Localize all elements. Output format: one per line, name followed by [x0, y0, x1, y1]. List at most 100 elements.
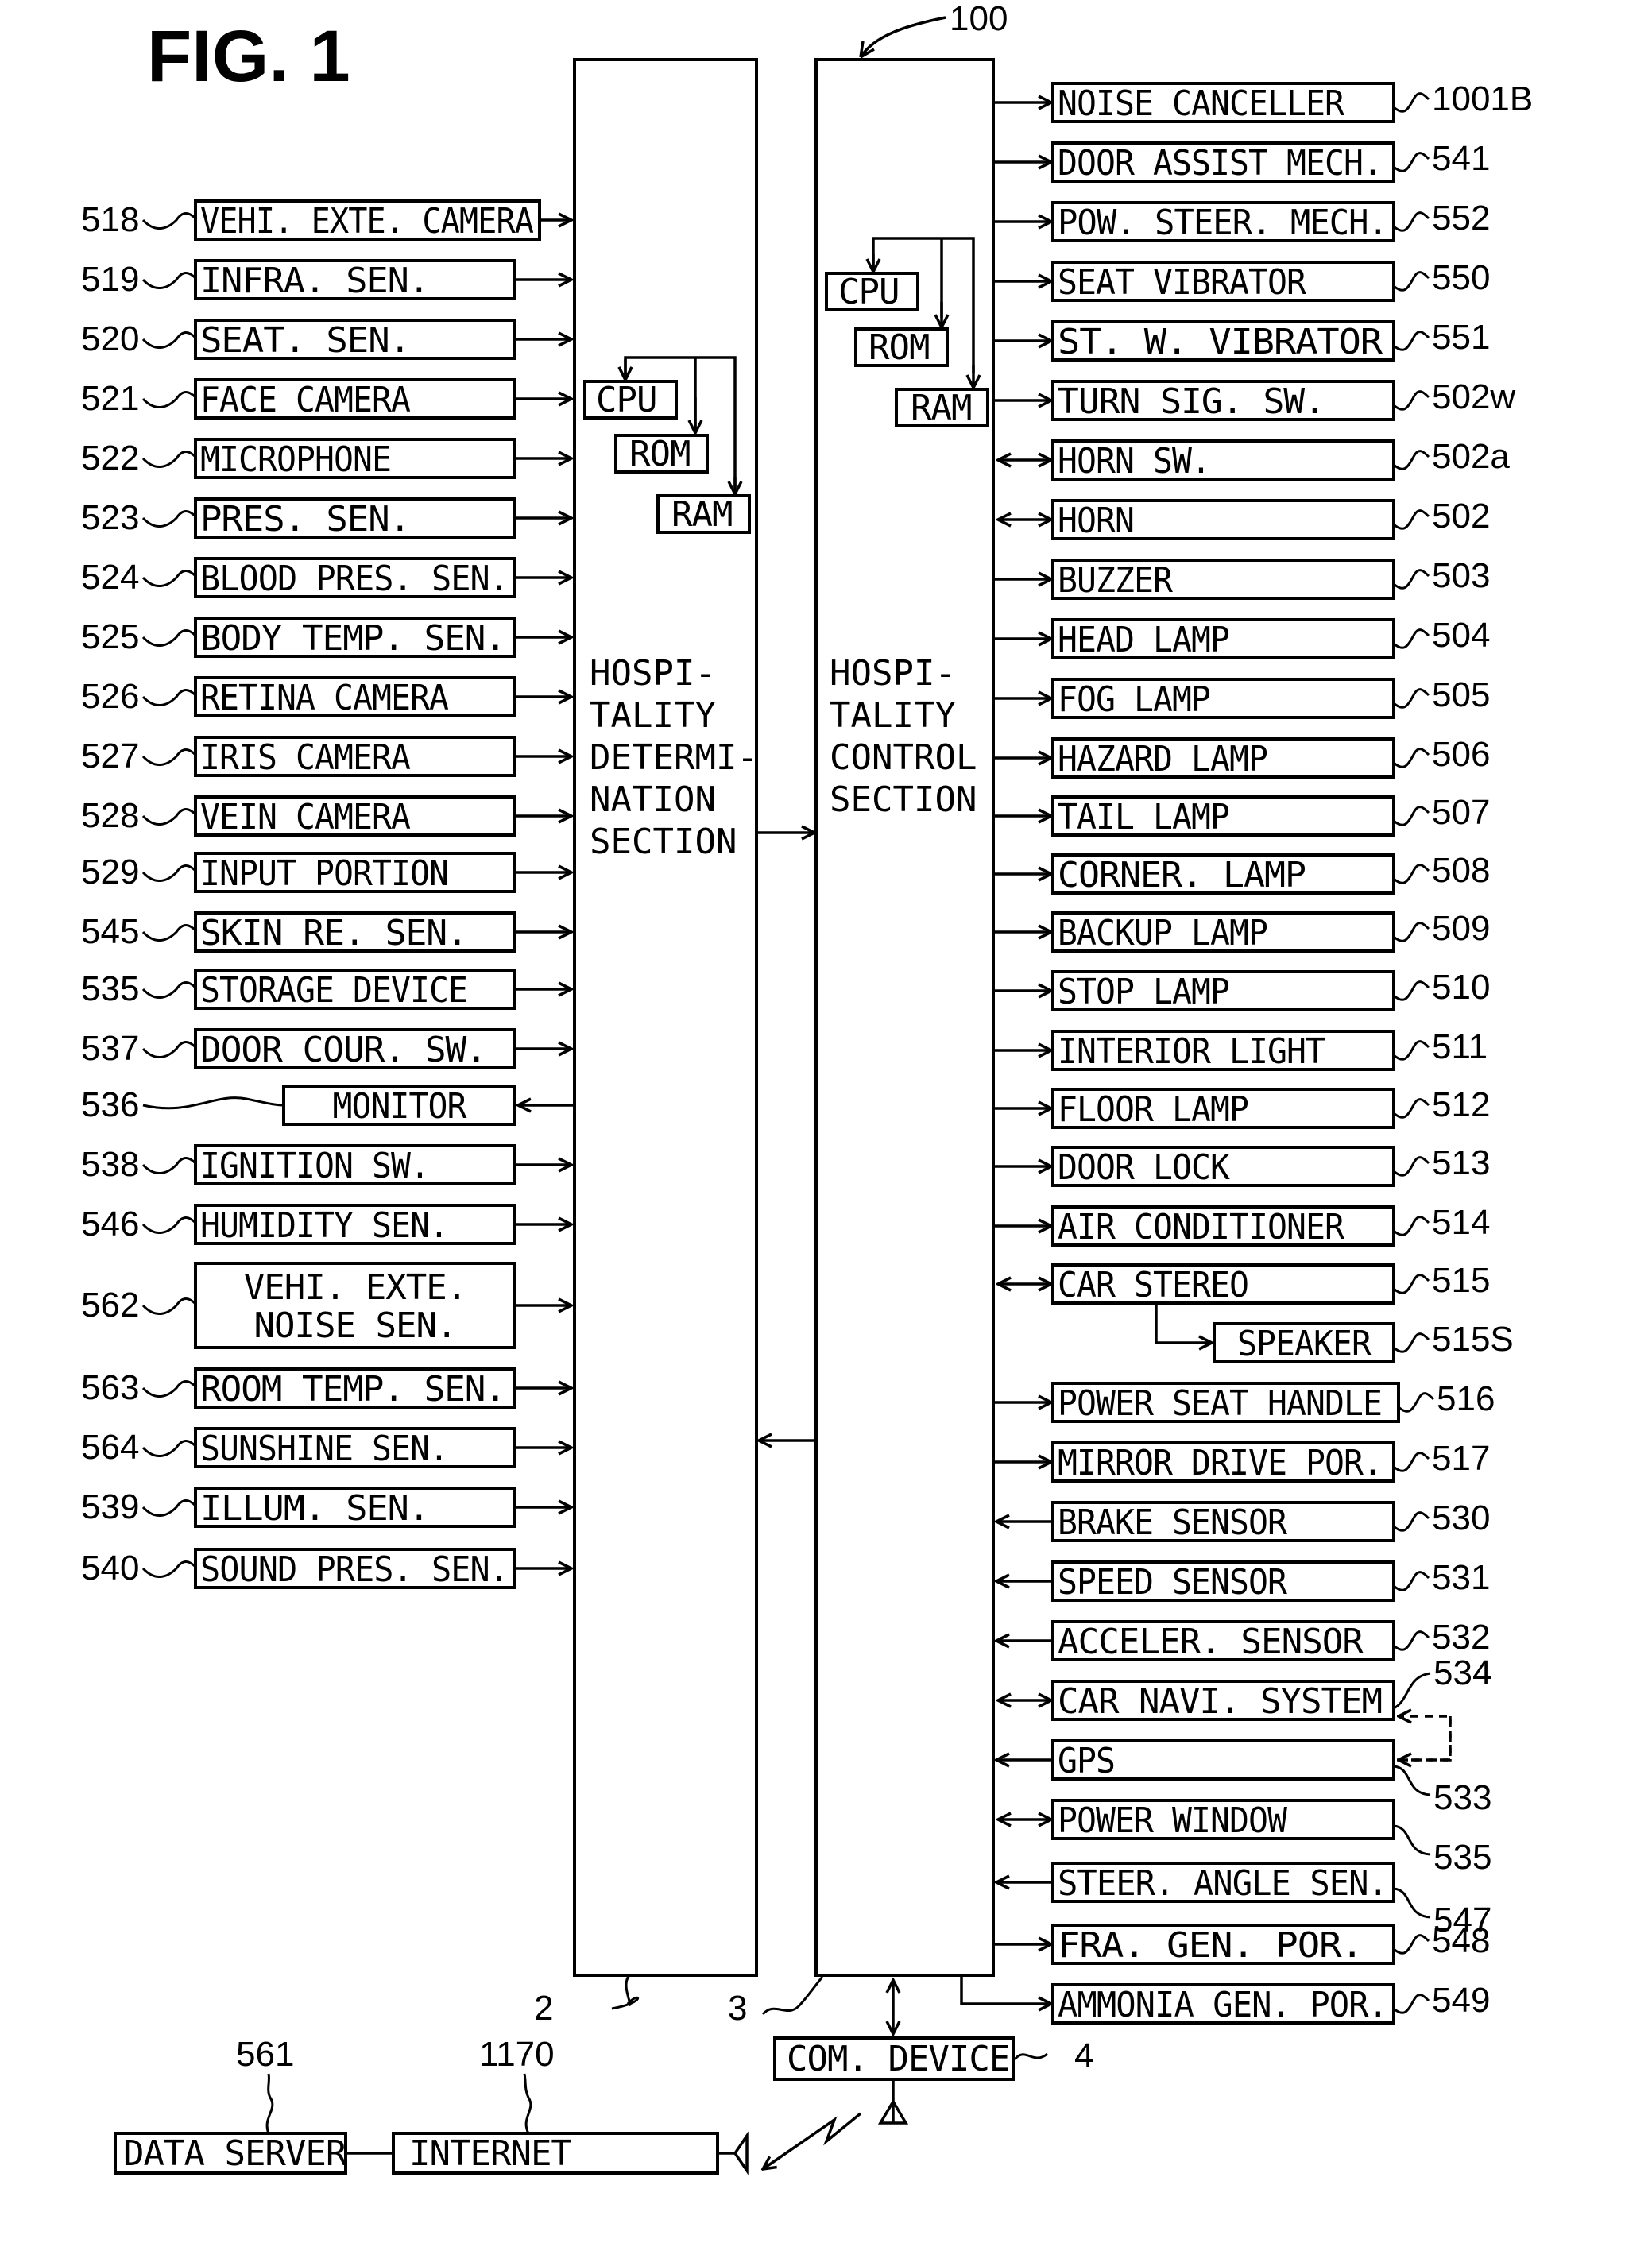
output-device-st-w-vibrator: ST. W. VIBRATOR 551 [995, 318, 1490, 362]
input-device-infra-sen: INFRA. SEN. 519 [81, 259, 571, 301]
gps-to-navi-dashed-link [1397, 1716, 1452, 1762]
output-device-power-seat-handle: POWER SEAT HANDLE 516 [995, 1379, 1495, 1424]
output-device-fog-lamp: FOG LAMP 505 [995, 675, 1490, 720]
device-label: PRES. SEN. [200, 499, 410, 539]
output-device-list: NOISE CANCELLER 1001B DOOR ASSIST MECH. 541… [960, 79, 1533, 2025]
input-device-door-cour-sw: DOOR COUR. SW. 537 [81, 1028, 571, 1070]
leader-line [1393, 1824, 1431, 1856]
output-device-ammonia-gen-por: AMMONIA GEN. POR. 549 [960, 1977, 1490, 2025]
device-label: IRIS CAMERA [200, 737, 410, 778]
device-label: AMMONIA GEN. POR. [1058, 1985, 1387, 2025]
device-label: ACCELER. SENSOR [1058, 1622, 1364, 1662]
device-ref: 519 [81, 260, 139, 299]
device-ref: 516 [1437, 1379, 1495, 1418]
device-label: FLOOR LAMP [1058, 1089, 1248, 1130]
input-device-iris-camera: IRIS CAMERA 527 [81, 736, 571, 778]
control-ram-label: RAM [911, 388, 971, 428]
determination-rom-label: ROM [629, 434, 690, 474]
wireless-link-icon [763, 2112, 862, 2169]
device-ref: 526 [81, 677, 139, 716]
device-label: FACE CAMERA [200, 380, 410, 420]
device-ref: 515 [1432, 1261, 1490, 1300]
device-ref: 521 [81, 379, 139, 418]
device-ref: 539 [81, 1487, 139, 1526]
determination-section-line-1: HOSPI- [590, 653, 716, 694]
device-label: HAZARD LAMP [1058, 739, 1267, 779]
system-ref-pointer: 100 [859, 0, 1008, 59]
leader-line [1398, 1392, 1435, 1413]
input-device-vehi-exte-camera: VEHI. EXTE. CAMERA 518 [81, 199, 571, 242]
output-device-car-navi-system: CAR NAVI. SYSTEM 534 [998, 1653, 1491, 1722]
leader-line [1393, 1452, 1430, 1472]
device-label: MICROPHONE [200, 439, 391, 480]
device-label: MIRROR DRIVE POR. [1058, 1443, 1382, 1483]
device-ref: 513 [1432, 1143, 1490, 1182]
input-device-vehi-exte: VEHI. EXTE.NOISE SEN. 562 [81, 1262, 571, 1349]
device-label: CORNER. LAMP [1058, 855, 1306, 895]
device-ref: 525 [81, 617, 139, 656]
leader-line [1393, 748, 1430, 768]
determination-section-block [573, 58, 758, 1977]
device-label: RETINA CAMERA [200, 678, 448, 718]
hospitality-control-section: HOSPI- TALITY CONTROL SECTION CPU ROM RA… [728, 58, 995, 2028]
input-device-vein-camera: VEIN CAMERA 528 [81, 795, 571, 837]
device-label: CAR STEREO [1058, 1265, 1248, 1305]
device-ref: 507 [1432, 793, 1490, 832]
device-label: SPEED SENSOR [1058, 1562, 1287, 1603]
device-label: GPS [1058, 1741, 1115, 1781]
device-ref: 505 [1432, 675, 1490, 714]
com-device-group: COM. DEVICE 4 [763, 1980, 1093, 2169]
leader-line [141, 924, 197, 942]
control-rom-label: ROM [869, 327, 929, 368]
device-ref: 1001B [1432, 79, 1533, 118]
device-label: MONITOR [333, 1086, 467, 1127]
output-device-door-lock: DOOR LOCK 513 [995, 1143, 1490, 1188]
device-ref: 506 [1432, 735, 1490, 774]
leader-line [1393, 922, 1430, 942]
input-device-humidity-sen: HUMIDITY SEN. 546 [81, 1204, 571, 1246]
determination-ram-label: RAM [671, 494, 732, 535]
output-device-horn-sw: HORN SW. 502a [998, 437, 1510, 481]
leader-line [141, 1041, 197, 1058]
leader-line [1393, 688, 1430, 709]
device-ref: 514 [1432, 1203, 1490, 1242]
device-label: TAIL LAMP [1058, 797, 1229, 837]
leader-line [1393, 1571, 1430, 1591]
device-ref: 509 [1432, 909, 1490, 948]
data-server-label: DATA SERVER [123, 2133, 347, 2174]
com-antenna-icon [877, 2098, 909, 2125]
device-label: HORN SW. [1058, 441, 1210, 481]
control-section-line-1: HOSPI- [830, 653, 956, 694]
device-label: ILLUM. SEN. [200, 1488, 429, 1529]
device-label: SEAT. SEN. [200, 320, 410, 361]
device-label: IGNITION SW. [200, 1146, 429, 1186]
device-ref: 564 [81, 1428, 139, 1467]
device-label: BUZZER [1058, 560, 1173, 601]
device-ref: 532 [1432, 1618, 1490, 1657]
device-label: VEHI. EXTE. CAMERA [200, 201, 533, 242]
device-label: INTERIOR LIGHT [1058, 1031, 1325, 1072]
output-device-hazard-lamp: HAZARD LAMP 506 [995, 735, 1490, 779]
leader-line [141, 510, 197, 528]
device-label: FRA. GEN. POR. [1058, 1925, 1363, 1966]
leader-line [1393, 1887, 1431, 1919]
leader-line [141, 981, 197, 999]
device-ref: 522 [81, 439, 139, 478]
device-label: HUMIDITY SEN. [200, 1205, 448, 1246]
device-label: TURN SIG. SW. [1058, 381, 1325, 422]
output-device-turn-sig-sw: TURN SIG. SW. 502w [995, 377, 1515, 422]
internet-antenna-icon [718, 2131, 749, 2175]
input-device-skin-re-sen: SKIN RE. SEN. 545 [81, 911, 571, 953]
leader-line [1393, 211, 1430, 232]
device-label: ST. W. VIBRATOR [1058, 322, 1383, 362]
device-label: BACKUP LAMP [1058, 913, 1267, 953]
device-label: DOOR ASSIST MECH. [1058, 143, 1382, 184]
device-ref: 546 [81, 1205, 139, 1243]
leader-line [141, 1297, 197, 1315]
device-label: VEIN CAMERA [200, 797, 410, 837]
leader-line [1393, 1765, 1431, 1796]
device-ref: 503 [1432, 556, 1490, 595]
determination-section-ref: 2 [534, 1989, 553, 2028]
output-device-noise-canceller: NOISE CANCELLER 1001B [995, 79, 1533, 124]
output-device-buzzer: BUZZER 503 [995, 556, 1490, 601]
